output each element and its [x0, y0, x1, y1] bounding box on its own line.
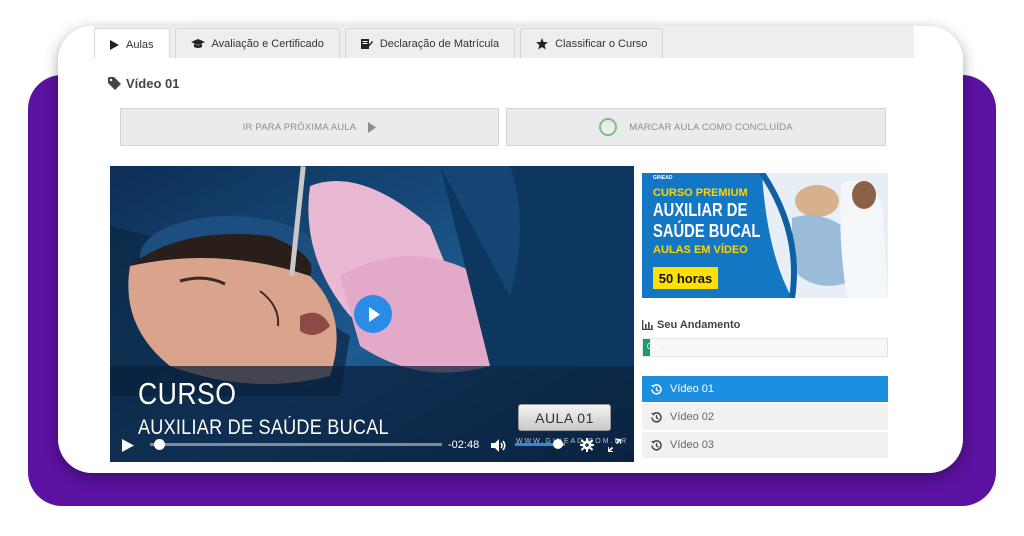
graduation-cap-icon	[190, 39, 205, 48]
seek-bar[interactable]	[150, 443, 442, 446]
document-edit-icon	[360, 39, 373, 49]
tab-label: Classificar o Curso	[555, 38, 648, 50]
promo-subtitle: AULAS EM VÍDEO	[653, 244, 748, 256]
progress-heading-text: Seu Andamento	[657, 319, 741, 331]
tab-declaracao-matricula[interactable]: Declaração de Matrícula	[344, 28, 516, 59]
time-remaining: -02:48	[448, 439, 480, 451]
lesson-number-badge: AULA 01	[518, 404, 611, 431]
course-progress-text: 0%	[647, 342, 659, 351]
chevron-right-icon	[368, 121, 377, 133]
lesson-list-item[interactable]: Vídeo 02	[642, 404, 888, 432]
lesson-list-item[interactable]: Vídeo 03	[642, 432, 888, 460]
tab-aulas[interactable]: Aulas	[94, 28, 170, 60]
tab-avaliacao-certificado[interactable]: Avaliação e Certificado	[174, 28, 340, 59]
lesson-list: Vídeo 01 Vídeo 02 Vídeo 03	[642, 376, 888, 460]
next-lesson-label: IR PARA PRÓXIMA AULA	[242, 121, 357, 133]
promo-premium: CURSO PREMIUM	[653, 187, 748, 199]
fullscreen-icon	[608, 438, 621, 452]
star-icon	[536, 38, 549, 50]
progress-heading: Seu Andamento	[642, 319, 740, 331]
play-button[interactable]	[354, 295, 392, 333]
history-icon	[651, 411, 662, 423]
tag-icon	[108, 77, 121, 90]
mark-complete-label: MARCAR AULA COMO CONCLUÍDA	[629, 121, 793, 133]
screen: Aulas Avaliação e Certificado Declaração…	[94, 26, 914, 473]
course-tabs: Aulas Avaliação e Certificado Declaração…	[94, 28, 668, 60]
lesson-title: Vídeo 01	[108, 76, 179, 91]
volume-button[interactable]	[491, 428, 507, 462]
tab-label: Declaração de Matrícula	[379, 38, 500, 50]
bar-chart-icon	[642, 320, 653, 330]
lesson-item-label: Vídeo 03	[670, 439, 715, 451]
tab-label: Avaliação e Certificado	[211, 38, 324, 50]
video-controls: -02:48	[110, 428, 634, 462]
circle-check-icon	[599, 118, 618, 136]
video-player[interactable]: CURSO AUXILIAR DE SAÚDE BUCAL AULA 01 WW…	[110, 166, 634, 462]
promo-title-line1: AUXILIAR DE	[653, 200, 748, 220]
tab-classificar-curso[interactable]: Classificar o Curso	[520, 28, 664, 59]
next-lesson-button[interactable]: IR PARA PRÓXIMA AULA	[120, 108, 499, 146]
volume-icon	[491, 438, 506, 452]
control-play-button[interactable]	[122, 428, 134, 462]
play-icon	[122, 438, 134, 452]
play-icon	[368, 306, 380, 322]
lesson-item-label: Vídeo 02	[670, 411, 715, 423]
seek-thumb[interactable]	[153, 439, 165, 450]
history-icon	[651, 383, 662, 395]
lesson-title-text: Vídeo 01	[126, 76, 180, 91]
promo-hours-badge: 50 horas	[653, 267, 718, 289]
history-icon	[651, 439, 662, 451]
fullscreen-button[interactable]	[608, 428, 621, 462]
volume-level-fill	[515, 443, 558, 446]
lesson-item-label: Vídeo 01	[670, 383, 715, 395]
promo-brand: GINEAD	[653, 175, 673, 181]
course-progress-bar: 0%	[642, 338, 888, 357]
lesson-content-panel: Vídeo 01 IR PARA PRÓXIMA AULA MARCAR AUL…	[94, 58, 914, 473]
lesson-list-item[interactable]: Vídeo 01	[642, 376, 888, 404]
promo-title-line2: SAÚDE BUCAL	[653, 221, 761, 241]
mark-complete-button[interactable]: MARCAR AULA COMO CONCLUÍDA	[506, 108, 886, 146]
device-frame: Aulas Avaliação e Certificado Declaração…	[58, 26, 963, 473]
video-title-line1: CURSO	[138, 376, 237, 411]
gear-icon	[580, 438, 594, 452]
tab-label: Aulas	[126, 38, 154, 51]
settings-button[interactable]	[580, 428, 594, 462]
lesson-sidebar: GINEAD CURSO PREMIUM AUXILIAR DE SAÚDE B…	[642, 173, 890, 473]
volume-thumb[interactable]	[552, 439, 563, 449]
play-icon	[110, 39, 119, 50]
course-promo-banner[interactable]: GINEAD CURSO PREMIUM AUXILIAR DE SAÚDE B…	[642, 173, 888, 298]
